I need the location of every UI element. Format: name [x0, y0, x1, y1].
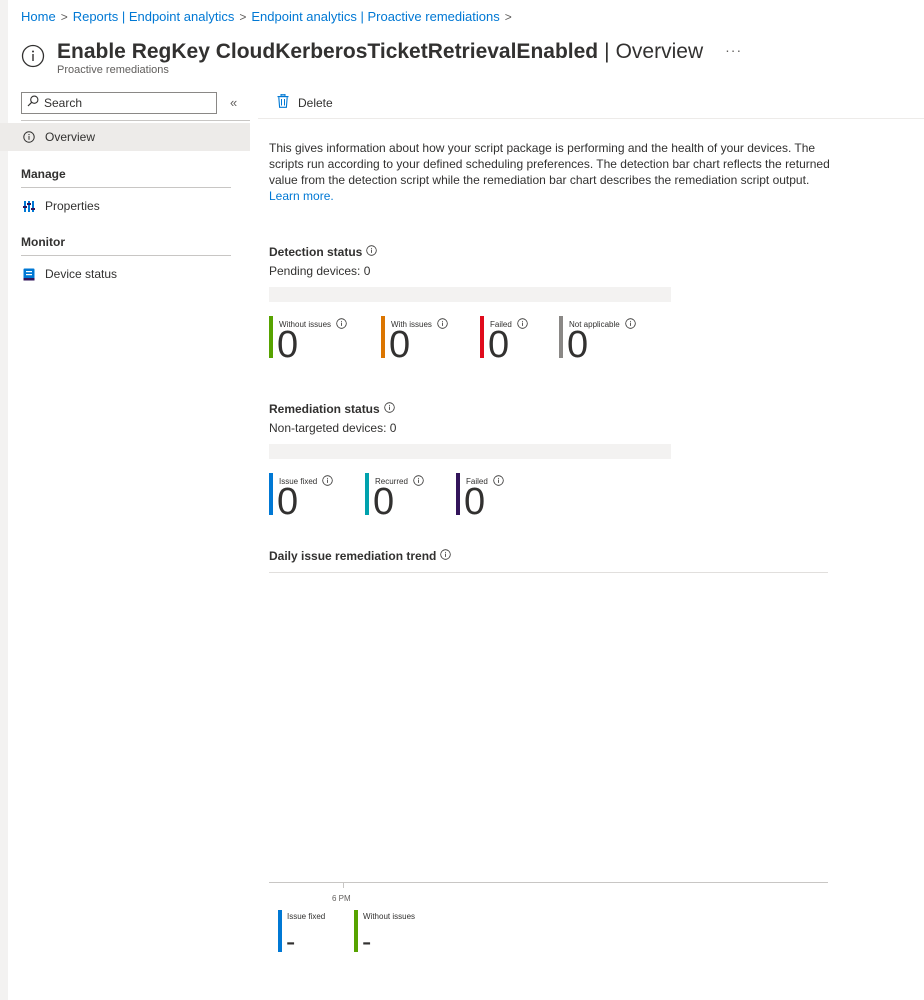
detection-status-title: Detection status: [269, 245, 378, 259]
sidebar-item-properties[interactable]: Properties: [0, 192, 250, 220]
info-icon[interactable]: [322, 475, 333, 488]
info-icon[interactable]: [493, 475, 504, 488]
legend-label: Without issues: [363, 912, 416, 921]
section-title-text: Remediation status: [269, 402, 380, 416]
sidebar-section-manage: Manage: [21, 167, 66, 181]
search-input[interactable]: [44, 96, 204, 110]
remediation-bar-chart: [269, 444, 671, 459]
page-section-title: Overview: [615, 40, 704, 63]
sidebar-item-overview[interactable]: Overview: [0, 123, 250, 151]
stat-color-bar: [381, 316, 385, 358]
divider: [21, 255, 231, 256]
properties-icon: [21, 200, 37, 213]
divider: [258, 118, 924, 119]
trash-icon: [277, 93, 289, 111]
chevron-right-icon: >: [60, 10, 68, 24]
legend-color-bar: [278, 910, 282, 952]
info-icon[interactable]: [336, 318, 347, 331]
info-icon[interactable]: [384, 402, 395, 416]
sidebar-item-device-status[interactable]: Device status: [0, 260, 250, 288]
page-title: Enable RegKey CloudKerberosTicketRetriev…: [57, 40, 599, 63]
search-icon: [27, 94, 39, 112]
info-icon: [21, 131, 37, 143]
section-title-text: Daily issue remediation trend: [269, 549, 437, 563]
stat-color-bar: [269, 473, 273, 515]
sidebar-item-label: Properties: [45, 199, 100, 213]
info-icon[interactable]: [413, 475, 424, 488]
info-icon[interactable]: [366, 245, 378, 259]
sidebar-item-label: Overview: [45, 130, 96, 144]
stat-value: 0: [389, 324, 411, 366]
breadcrumb: Home > Reports | Endpoint analytics > Endpoi…: [21, 9, 517, 24]
x-axis-tick-label: 6 PM: [332, 894, 351, 903]
stat-value: 0: [277, 324, 299, 366]
stat-color-bar: [269, 316, 273, 358]
device-status-icon: [21, 268, 37, 281]
info-icon[interactable]: [437, 318, 448, 331]
remediation-status-title: Remediation status: [269, 402, 395, 416]
stat-value: 0: [277, 481, 299, 523]
title-separator: |: [604, 40, 610, 63]
breadcrumb-proactive-remediations[interactable]: Endpoint analytics | Proactive remediati…: [251, 9, 499, 24]
page-subtitle: Proactive remediations: [57, 64, 169, 76]
non-targeted-devices-text: Non-targeted devices: 0: [269, 421, 397, 435]
sidebar-item-label: Device status: [45, 267, 118, 281]
stat-color-bar: [456, 473, 460, 515]
more-options-button[interactable]: ···: [725, 42, 742, 58]
overview-description: This gives information about how your sc…: [269, 140, 839, 204]
detection-bar-chart: [269, 287, 671, 302]
chevron-right-icon: >: [239, 10, 247, 24]
info-icon: [21, 44, 45, 68]
breadcrumb-reports[interactable]: Reports | Endpoint analytics: [73, 9, 235, 24]
legend-label: Issue fixed: [287, 912, 326, 921]
x-axis-tick: [343, 883, 344, 888]
legend-value: -: [362, 926, 372, 957]
info-icon[interactable]: [625, 318, 636, 331]
stat-value: 0: [373, 481, 395, 523]
collapse-sidebar-button[interactable]: «: [230, 95, 237, 110]
trend-chart-x-axis: [269, 882, 828, 883]
legend-value: -: [286, 926, 296, 957]
stat-value: 0: [567, 324, 589, 366]
section-title-text: Detection status: [269, 245, 363, 259]
stat-color-bar: [480, 316, 484, 358]
delete-label: Delete: [298, 95, 333, 110]
learn-more-link[interactable]: Learn more.: [269, 189, 334, 203]
divider: [21, 120, 250, 121]
stat-value: 0: [488, 324, 510, 366]
pending-devices-text: Pending devices: 0: [269, 264, 371, 278]
chevron-right-icon: >: [504, 10, 512, 24]
trend-chart-top-border: [269, 572, 828, 573]
info-icon[interactable]: [517, 318, 528, 331]
stat-value: 0: [464, 481, 486, 523]
legend-color-bar: [354, 910, 358, 952]
daily-trend-title: Daily issue remediation trend: [269, 549, 452, 563]
sidebar-section-monitor: Monitor: [21, 235, 65, 249]
stat-color-bar: [559, 316, 563, 358]
breadcrumb-home[interactable]: Home: [21, 9, 56, 24]
delete-button[interactable]: Delete: [277, 93, 333, 111]
stat-color-bar: [365, 473, 369, 515]
sidebar-search[interactable]: [21, 92, 217, 114]
description-text: This gives information about how your sc…: [269, 141, 830, 187]
divider: [21, 187, 231, 188]
info-icon[interactable]: [440, 549, 452, 563]
